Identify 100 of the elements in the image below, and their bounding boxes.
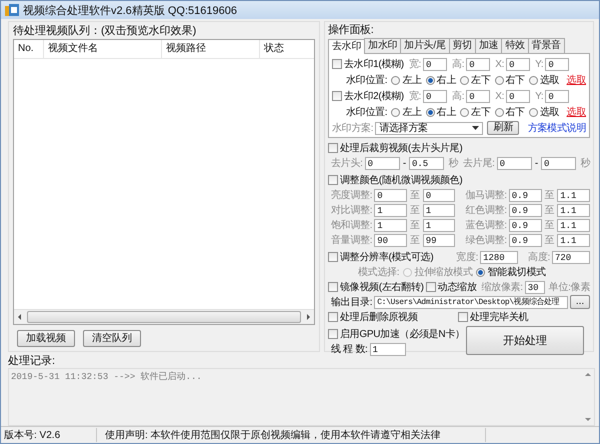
input-field[interactable]: 0: [466, 58, 490, 70]
radio-button[interactable]: [476, 268, 486, 276]
tab[interactable]: 特效: [501, 38, 529, 53]
start-button[interactable]: 开始处理: [466, 326, 584, 355]
field-label: 输出目录:: [331, 296, 372, 309]
field-label: 红色调整:: [465, 204, 507, 217]
input-field[interactable]: 0: [423, 58, 448, 70]
tab[interactable]: 加速: [474, 38, 502, 53]
input-field[interactable]: 1: [370, 342, 406, 356]
unit-label: 单位:像素: [548, 280, 590, 294]
column-header[interactable]: No.: [14, 40, 44, 58]
field-label: 宽度:: [456, 250, 478, 264]
input-field[interactable]: 0: [423, 90, 448, 102]
radio-button[interactable]: [460, 108, 470, 116]
input-field[interactable]: 0: [545, 58, 570, 70]
version-text: 版本号: V2.6: [1, 428, 97, 442]
field-label: 宽:: [408, 58, 422, 71]
field-label: 高度:: [528, 250, 550, 264]
input-field[interactable]: 1: [374, 204, 408, 216]
input-field[interactable]: 0: [466, 90, 490, 102]
radio-button[interactable]: [528, 76, 538, 84]
input-field[interactable]: 0.9: [508, 218, 542, 232]
input-field[interactable]: 0: [374, 188, 408, 202]
input-field[interactable]: 0: [540, 156, 576, 170]
scheme-dropdown[interactable]: 请选择方案: [375, 122, 484, 134]
checkbox[interactable]: [328, 282, 338, 292]
field-label: 绿色调整:: [465, 234, 507, 247]
field-label: Y:: [535, 58, 544, 70]
checkbox-label: 处理完毕关机: [470, 310, 528, 324]
video-list[interactable]: No. 视频文件名 视频路径 状态: [13, 39, 315, 325]
checkbox[interactable]: [332, 91, 342, 101]
checkbox[interactable]: [328, 252, 338, 262]
dropdown-arrow-icon: [472, 126, 480, 130]
column-header[interactable]: 视频路径: [162, 40, 260, 58]
refresh-button[interactable]: 刷新: [487, 121, 520, 135]
queue-button[interactable]: 加载视频: [17, 330, 75, 347]
help-link[interactable]: 方案模式说明: [528, 121, 586, 135]
input-field[interactable]: 0: [422, 188, 456, 202]
input-field[interactable]: 0: [496, 156, 532, 170]
output-path-field[interactable]: C:\Users\Administrator\Desktop\视频综合处理: [374, 296, 568, 308]
field-label: 宽:: [408, 90, 422, 103]
input-field[interactable]: 0.9: [508, 204, 542, 216]
input-field[interactable]: 90: [374, 234, 408, 246]
checkbox[interactable]: [332, 59, 342, 69]
browse-button[interactable]: ...: [570, 295, 590, 309]
tab[interactable]: 加片头/尾: [400, 38, 450, 53]
input-field[interactable]: 1.1: [557, 188, 590, 202]
input-field[interactable]: 720: [552, 250, 590, 264]
radio-button[interactable]: [494, 76, 504, 84]
input-field[interactable]: 1: [422, 218, 456, 232]
checkbox[interactable]: [328, 312, 338, 322]
checkbox[interactable]: [458, 312, 468, 322]
radio-button[interactable]: [426, 108, 435, 116]
input-field[interactable]: 1.1: [557, 204, 590, 216]
radio-button[interactable]: [528, 108, 538, 116]
pick-link[interactable]: 选取: [566, 105, 586, 119]
field-label: 蓝色调整:: [465, 218, 507, 232]
field-label: X:: [495, 90, 504, 102]
radio-button[interactable]: [391, 76, 400, 84]
range-separator: 至: [410, 234, 420, 247]
field-label: 伽马调整:: [465, 189, 507, 202]
pick-link[interactable]: 选取: [566, 73, 586, 87]
radio-button[interactable]: [460, 76, 470, 84]
input-field[interactable]: 1.1: [557, 234, 590, 246]
tab[interactable]: 去水印: [328, 39, 366, 54]
horizontal-scrollbar[interactable]: [14, 309, 314, 324]
radio-button[interactable]: [391, 108, 400, 116]
range-separator: 至: [544, 204, 554, 217]
checkbox[interactable]: [328, 329, 338, 339]
input-field[interactable]: 1.1: [557, 218, 590, 232]
field-label: 高:: [452, 58, 464, 71]
radio-label: 左下: [471, 106, 490, 119]
input-field[interactable]: 1280: [480, 250, 518, 264]
input-field[interactable]: 0.9: [508, 188, 542, 202]
tab[interactable]: 加水印: [364, 38, 402, 53]
tab[interactable]: 剪切: [448, 38, 476, 53]
column-header[interactable]: 状态: [260, 40, 314, 58]
checkbox[interactable]: [328, 143, 338, 153]
tab[interactable]: 背景音: [528, 38, 565, 53]
field-label: 去片头:: [331, 156, 363, 170]
checkbox[interactable]: [328, 175, 338, 185]
input-field[interactable]: 0.5: [408, 156, 444, 170]
input-field[interactable]: 1: [374, 218, 408, 232]
column-header[interactable]: 视频文件名: [44, 40, 162, 58]
input-field[interactable]: 0.9: [508, 234, 542, 246]
app-icon: [5, 4, 19, 16]
radio-button[interactable]: [494, 108, 504, 116]
radio-label: 右上: [436, 74, 456, 87]
input-field[interactable]: 0: [545, 90, 570, 102]
input-field[interactable]: 0: [506, 58, 530, 70]
radio-label: 右下: [506, 106, 525, 119]
input-field[interactable]: 0: [506, 90, 530, 102]
range-separator: 至: [544, 234, 554, 247]
input-field[interactable]: 99: [422, 234, 456, 246]
input-field[interactable]: 1: [422, 204, 456, 216]
radio-button[interactable]: [426, 76, 435, 84]
input-field[interactable]: 0: [364, 156, 400, 170]
queue-button[interactable]: 清空队列: [83, 330, 141, 347]
checkbox-label: 调整颜色(随机微调视频颜色): [340, 174, 462, 187]
range-separator: 至: [410, 204, 420, 217]
